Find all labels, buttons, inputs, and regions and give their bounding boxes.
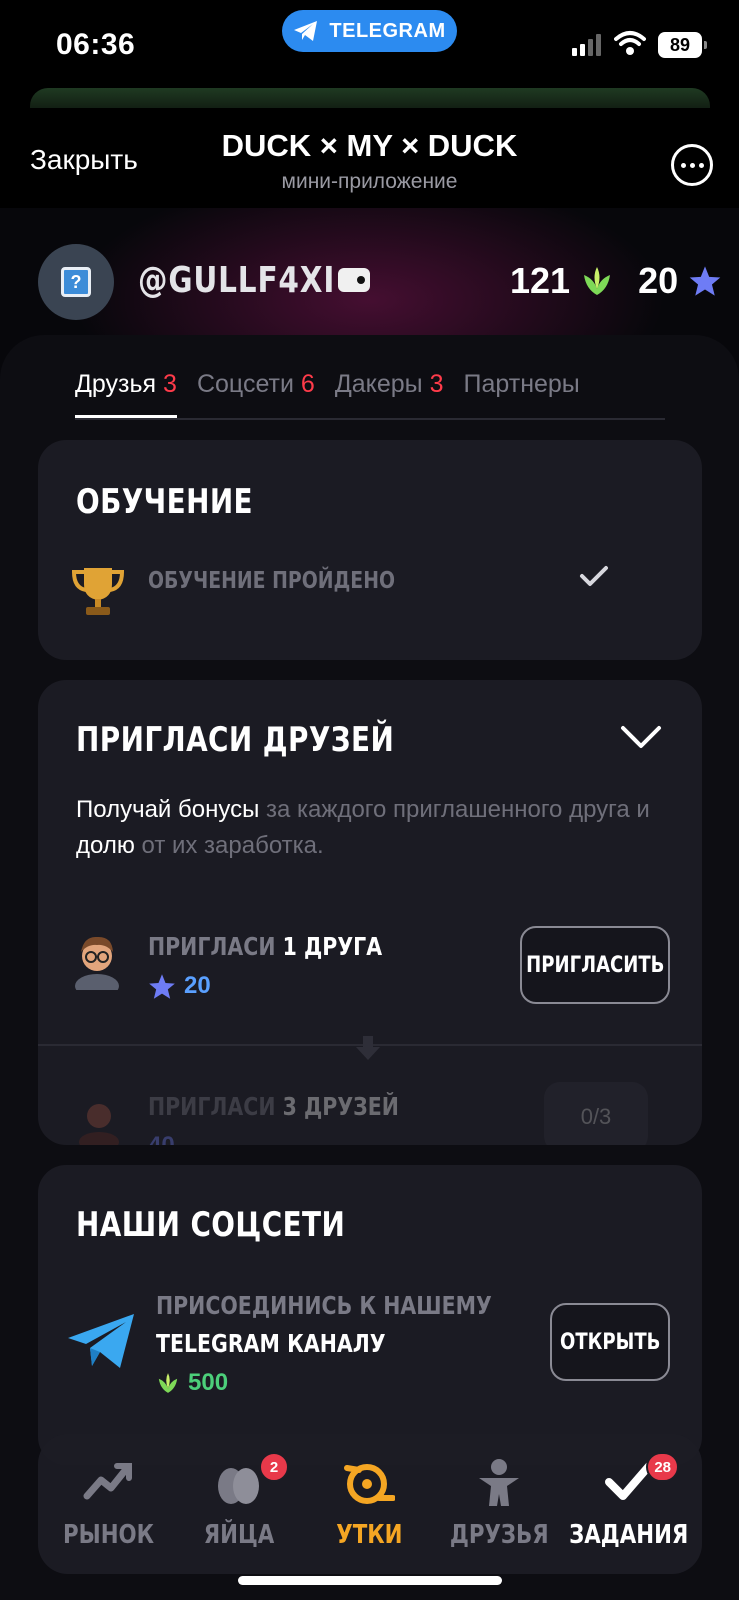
trophy-icon (71, 568, 125, 615)
tutorial-title: ОБУЧЕНИЕ (76, 482, 254, 522)
nav-label: РЫНОК (63, 1520, 155, 1550)
task-target: 3 ДРУЗЕЙ (282, 1092, 399, 1121)
tab-count: 3 (429, 370, 444, 398)
nav-market[interactable]: РЫНОК (44, 1434, 174, 1574)
arrow-down-icon (356, 1036, 380, 1060)
progress-button: 0/3 (544, 1082, 648, 1145)
invite-description: Получай бонусы за каждого приглашенного … (76, 792, 676, 864)
trend-up-icon (83, 1463, 132, 1500)
clock: 06:36 (56, 28, 136, 61)
bottom-navigation: РЫНОК 2 ЯЙЦА УТКИ ДРУЗЬЯ 28 ЗАДАНИЯ (38, 1434, 702, 1574)
star-balance: 20 (638, 260, 679, 301)
invite-three-title: ПРИГЛАСИ 3 ДРУЗЕЙ (148, 1092, 454, 1122)
telegram-pill[interactable]: TELEGRAM (282, 10, 457, 52)
checkmark-icon (580, 566, 608, 586)
task-target: TELEGRAM КАНАЛУ (156, 1329, 386, 1358)
socials-line-1: ПРИСОЕДИНИСЬ К НАШЕМУ (156, 1291, 566, 1321)
eggs-badge: 2 (259, 1452, 289, 1482)
friends-group-icon (79, 1104, 119, 1145)
nav-eggs[interactable]: 2 ЯЙЦА (174, 1434, 304, 1574)
nav-label: УТКИ (335, 1520, 403, 1550)
tab-friends[interactable]: Друзья 3 (75, 370, 177, 418)
reward-amount: 40 (148, 1132, 175, 1145)
invite-one-task: ПРИГЛАСИ 1 ДРУГА (148, 932, 433, 962)
nav-label: ЯЙЦА (203, 1520, 275, 1550)
more-options-button[interactable] (671, 144, 713, 186)
person-icon (479, 1459, 519, 1506)
task-prefix: ПРИГЛАСИ (148, 1092, 276, 1121)
star-icon (149, 973, 175, 999)
tab-duckers[interactable]: Дакеры 3 (335, 370, 444, 418)
nav-label: ДРУЗЬЯ (449, 1520, 549, 1550)
socials-line-2: TELEGRAM КАНАЛУ (156, 1329, 436, 1359)
socials-title: НАШИ СОЦСЕТИ (76, 1205, 346, 1245)
coin-balance: 121 (510, 260, 571, 301)
wallet-icon[interactable] (338, 268, 370, 292)
invite-friends-card: ПРИГЛАСИ ДРУЗЕЙ Получай бонусы за каждог… (38, 680, 702, 1145)
question-mark-icon: ? (61, 267, 91, 297)
cellular-signal-icon (572, 34, 601, 56)
username: @GULLF4XI (138, 260, 336, 301)
socials-reward: 500 (156, 1369, 228, 1397)
miniapp-header: Закрыть DUCK × MY × DUCK мини-приложение (0, 108, 739, 208)
tab-count: 6 (300, 370, 315, 398)
app-title: DUCK × MY × DUCK (221, 128, 518, 163)
tutorial-card: ОБУЧЕНИЕ ОБУЧЕНИЕ ПРОЙДЕНО (38, 440, 702, 660)
reward-amount: 500 (188, 1369, 229, 1396)
friend-avatar-icon (75, 936, 119, 990)
telegram-icon (294, 21, 318, 41)
progress-label: 0/3 (580, 1104, 612, 1129)
telegram-plane-icon (68, 1314, 134, 1368)
task-tabs: Друзья 3 Соцсети 6 Дакеры 3 Партнеры (75, 370, 665, 420)
tab-label: Друзья (75, 370, 157, 398)
sprout-coin-icon (158, 1373, 178, 1393)
task-target: 1 ДРУГА (282, 932, 383, 961)
duck-logo-icon (344, 1464, 396, 1504)
task-prefix: ПРИСОЕДИНИСЬ К НАШЕМУ (156, 1291, 492, 1320)
app-subtitle: мини-приложение (281, 170, 458, 193)
socials-card: НАШИ СОЦСЕТИ ПРИСОЕДИНИСЬ К НАШЕМУ TELEG… (38, 1165, 702, 1465)
telegram-pill-label: TELEGRAM (329, 19, 446, 42)
tab-label: Соцсети (196, 370, 294, 398)
tab-label: Дакеры (334, 370, 423, 398)
avatar[interactable]: ? (38, 244, 114, 320)
sprout-coin-icon (584, 267, 611, 295)
tab-socials[interactable]: Соцсети 6 (197, 370, 315, 418)
chevron-down-icon[interactable] (620, 724, 662, 750)
invite-one-reward: 20 (148, 972, 211, 1000)
nav-tasks[interactable]: 28 ЗАДАНИЯ (564, 1434, 694, 1574)
open-button-label: ОТКРЫТЬ (559, 1329, 661, 1355)
star-icon (689, 266, 721, 296)
nav-label: ЗАДАНИЯ (569, 1520, 689, 1550)
tasks-badge: 28 (646, 1452, 679, 1482)
invite-three-reward: 40 (148, 1132, 175, 1145)
wifi-icon (614, 31, 646, 55)
task-prefix: ПРИГЛАСИ (148, 932, 276, 961)
home-indicator[interactable] (238, 1576, 502, 1585)
tab-label: Партнеры (463, 370, 580, 398)
nav-friends[interactable]: ДРУЗЬЯ (434, 1434, 564, 1574)
reward-amount: 20 (184, 972, 211, 999)
tutorial-status: ОБУЧЕНИЕ ПРОЙДЕНО (148, 568, 396, 594)
desc-highlight: долю (76, 832, 135, 859)
status-bar: 06:36 TELEGRAM 89 (0, 0, 739, 90)
balances: 121 20 (510, 260, 722, 302)
open-channel-button[interactable]: ОТКРЫТЬ (550, 1303, 670, 1381)
eggs-icon (218, 1468, 259, 1504)
invite-title: ПРИГЛАСИ ДРУЗЕЙ (76, 720, 395, 760)
invite-button-label: ПРИГЛАСИТЬ (525, 952, 665, 978)
nav-ducks[interactable]: УТКИ (304, 1434, 434, 1574)
desc-highlight: Получай бонусы (76, 796, 260, 823)
desc-text: за каждого приглашенного друга и (259, 796, 650, 823)
battery-indicator: 89 (658, 32, 707, 58)
tab-partners[interactable]: Партнеры (464, 370, 580, 418)
tab-count: 3 (163, 370, 177, 398)
desc-text: от их заработка. (134, 832, 324, 859)
invite-button[interactable]: ПРИГЛАСИТЬ (520, 926, 670, 1004)
